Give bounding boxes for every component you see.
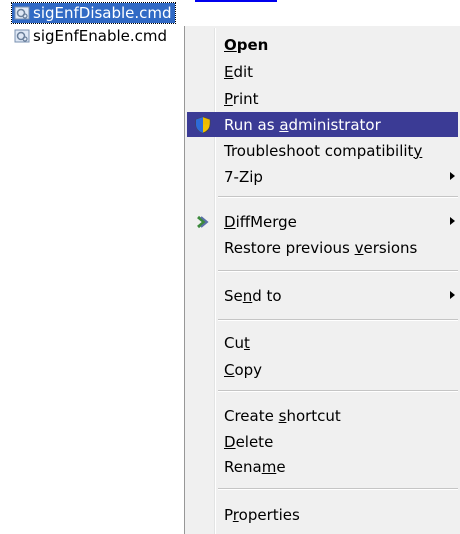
menu-item-label: Run as administrator xyxy=(224,115,381,134)
menu-item-label: Cut xyxy=(224,333,250,352)
menu-item-label: Edit xyxy=(224,62,254,81)
menu-item-delete[interactable]: Delete xyxy=(187,429,458,454)
file-item-sigenfdisable[interactable]: sigEnfDisable.cmd xyxy=(11,2,176,24)
menu-item-label: DiffMerge xyxy=(224,212,297,231)
menu-separator xyxy=(218,319,458,321)
menu-item-label: Print xyxy=(224,89,259,108)
menu-item-edit[interactable]: Edit xyxy=(187,59,458,84)
menu-item-troubleshoot-compatibility[interactable]: Troubleshoot compatibility xyxy=(187,138,458,163)
menu-item-diffmerge[interactable]: DiffMerge xyxy=(187,209,458,234)
menu-item-cut[interactable]: Cut xyxy=(187,330,458,355)
context-menu: Open Edit Print Run as administrator Tro… xyxy=(184,26,460,534)
menu-item-send-to[interactable]: Send to xyxy=(187,283,458,308)
submenu-arrow-icon xyxy=(450,172,455,180)
menu-separator xyxy=(218,488,458,490)
menu-item-run-as-administrator[interactable]: Run as administrator xyxy=(187,112,458,137)
menu-item-label: Copy xyxy=(224,360,263,379)
menu-item-label: Create shortcut xyxy=(224,406,341,425)
menu-item-label: Open xyxy=(224,35,269,54)
file-item-sigenfenable[interactable]: sigEnfEnable.cmd xyxy=(12,26,170,46)
menu-item-7zip[interactable]: 7-Zip xyxy=(187,164,458,189)
file-name: sigEnfDisable.cmd xyxy=(33,4,172,22)
file-name: sigEnfEnable.cmd xyxy=(33,27,168,45)
menu-item-create-shortcut[interactable]: Create shortcut xyxy=(187,403,458,428)
cmd-file-icon xyxy=(14,29,30,43)
menu-item-rename[interactable]: Rename xyxy=(187,454,458,479)
menu-item-open[interactable]: Open xyxy=(187,32,458,57)
menu-item-label: Rename xyxy=(224,457,286,476)
menu-separator xyxy=(218,196,458,198)
menu-item-label: Properties xyxy=(224,505,300,524)
submenu-arrow-icon xyxy=(450,217,455,225)
menu-item-label: Delete xyxy=(224,432,274,451)
link-underline xyxy=(195,0,277,2)
cmd-file-icon xyxy=(14,6,30,20)
menu-separator xyxy=(218,390,458,392)
menu-item-label: Restore previous versions xyxy=(224,238,418,257)
menu-item-print[interactable]: Print xyxy=(187,86,458,111)
menu-item-copy[interactable]: Copy xyxy=(187,357,458,382)
submenu-arrow-icon xyxy=(450,291,455,299)
uac-shield-icon xyxy=(193,115,213,135)
menu-item-label: Send to xyxy=(224,286,282,305)
menu-item-restore-previous-versions[interactable]: Restore previous versions xyxy=(187,235,458,260)
menu-item-label: Troubleshoot compatibility xyxy=(224,141,423,160)
menu-separator xyxy=(218,270,458,272)
menu-item-properties[interactable]: Properties xyxy=(187,502,458,527)
menu-item-label: 7-Zip xyxy=(224,167,263,186)
diffmerge-icon xyxy=(193,212,213,232)
